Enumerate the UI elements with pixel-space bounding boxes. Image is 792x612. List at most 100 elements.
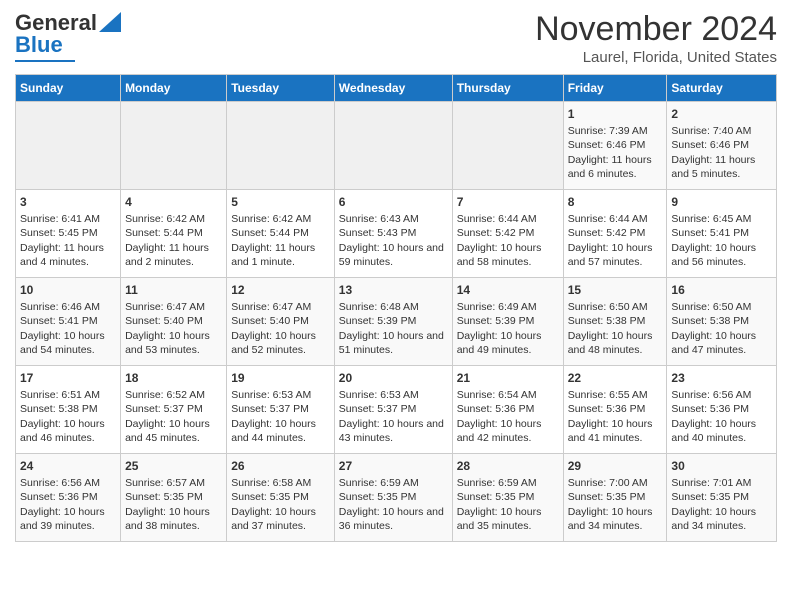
sunset-text: Sunset: 6:46 PM bbox=[671, 139, 749, 151]
day-number: 4 bbox=[125, 194, 222, 210]
sunrise-text: Sunrise: 7:00 AM bbox=[568, 477, 648, 489]
title-block: November 2024 Laurel, Florida, United St… bbox=[535, 10, 777, 66]
daylight-text: Daylight: 10 hours and 34 minutes. bbox=[671, 506, 756, 532]
sunset-text: Sunset: 5:37 PM bbox=[231, 403, 309, 415]
day-cell: 11 Sunrise: 6:47 AM Sunset: 5:40 PM Dayligh… bbox=[121, 278, 227, 366]
day-cell: 25Sunrise: 6:57 AMSunset: 5:35 PMDayligh… bbox=[121, 454, 227, 542]
daylight-text: Daylight: 10 hours and 56 minutes. bbox=[671, 242, 756, 268]
sunset-text: Sunset: 5:35 PM bbox=[671, 491, 749, 503]
sunrise-text: Sunrise: 6:44 AM bbox=[568, 213, 648, 225]
sunrise-text: Sunrise: 6:57 AM bbox=[125, 477, 205, 489]
day-cell: 1 Sunrise: 7:39 AM Sunset: 6:46 PM Daylight… bbox=[563, 102, 667, 190]
day-number: 15 bbox=[568, 282, 663, 298]
day-number: 8 bbox=[568, 194, 663, 210]
sunset-text: Sunset: 5:42 PM bbox=[568, 227, 646, 239]
logo-triangle-icon bbox=[99, 12, 121, 32]
daylight-text: Daylight: 10 hours and 34 minutes. bbox=[568, 506, 653, 532]
daylight-text: Daylight: 10 hours and 36 minutes. bbox=[339, 506, 444, 532]
daylight-text: Daylight: 11 hours and 2 minutes. bbox=[125, 242, 209, 268]
sunset-text: Sunset: 5:35 PM bbox=[231, 491, 309, 503]
day-number: 11 bbox=[125, 282, 222, 298]
sunset-text: Sunset: 5:40 PM bbox=[125, 315, 203, 327]
day-cell: 16Sunrise: 6:50 AMSunset: 5:38 PMDayligh… bbox=[667, 278, 777, 366]
daylight-text: Daylight: 10 hours and 39 minutes. bbox=[20, 506, 105, 532]
sunset-text: Sunset: 5:38 PM bbox=[20, 403, 98, 415]
week-row-2: 3Sunrise: 6:41 AMSunset: 5:45 PMDaylight… bbox=[16, 190, 777, 278]
day-cell: 4Sunrise: 6:42 AMSunset: 5:44 PMDaylight… bbox=[121, 190, 227, 278]
daylight-text: Daylight: 10 hours and 44 minutes. bbox=[231, 418, 316, 444]
day-cell: 18Sunrise: 6:52 AMSunset: 5:37 PMDayligh… bbox=[121, 366, 227, 454]
day-number: 7 bbox=[457, 194, 559, 210]
daylight-text: Daylight: 10 hours and 49 minutes. bbox=[457, 330, 542, 356]
daylight-text: Daylight: 10 hours and 47 minutes. bbox=[671, 330, 756, 356]
week-row-4: 17Sunrise: 6:51 AMSunset: 5:38 PMDayligh… bbox=[16, 366, 777, 454]
daylight-text: Daylight: 10 hours and 54 minutes. bbox=[20, 330, 105, 356]
daylight-text: Daylight: 11 hours and 1 minute. bbox=[231, 242, 315, 268]
day-number: 30 bbox=[671, 458, 772, 474]
sunset-text: Sunset: 5:44 PM bbox=[231, 227, 309, 239]
daylight-text: Daylight: 10 hours and 59 minutes. bbox=[339, 242, 444, 268]
day-number: 3 bbox=[20, 194, 116, 210]
day-number: 10 bbox=[20, 282, 116, 298]
day-cell: 24Sunrise: 6:56 AMSunset: 5:36 PMDayligh… bbox=[16, 454, 121, 542]
sunrise-text: Sunrise: 6:48 AM bbox=[339, 301, 419, 313]
day-cell: 2Sunrise: 7:40 AMSunset: 6:46 PMDaylight… bbox=[667, 102, 777, 190]
day-number: 14 bbox=[457, 282, 559, 298]
sunset-text: Sunset: 5:38 PM bbox=[671, 315, 749, 327]
day-number: 12 bbox=[231, 282, 330, 298]
daylight-text: Daylight: 10 hours and 41 minutes. bbox=[568, 418, 653, 444]
sunrise-text: Sunrise: 7:39 AM bbox=[568, 125, 648, 137]
sunrise-text: Sunrise: 6:41 AM bbox=[20, 213, 100, 225]
daylight-text: Daylight: 10 hours and 53 minutes. bbox=[125, 330, 210, 356]
day-number: 23 bbox=[671, 370, 772, 386]
sunrise-text: Sunrise: 6:47 AM bbox=[125, 301, 205, 313]
day-cell: 8Sunrise: 6:44 AMSunset: 5:42 PMDaylight… bbox=[563, 190, 667, 278]
day-cell: 27Sunrise: 6:59 AMSunset: 5:35 PMDayligh… bbox=[334, 454, 452, 542]
daylight-text: Daylight: 11 hours and 4 minutes. bbox=[20, 242, 104, 268]
calendar-body: 1 Sunrise: 7:39 AM Sunset: 6:46 PM Daylight… bbox=[16, 102, 777, 542]
day-cell: 22Sunrise: 6:55 AMSunset: 5:36 PMDayligh… bbox=[563, 366, 667, 454]
day-cell: 5Sunrise: 6:42 AMSunset: 5:44 PMDaylight… bbox=[227, 190, 335, 278]
day-number: 28 bbox=[457, 458, 559, 474]
sunset-text: Sunset: 5:36 PM bbox=[20, 491, 98, 503]
sunset-text: Sunset: 5:35 PM bbox=[568, 491, 646, 503]
daylight-text: Daylight: 10 hours and 52 minutes. bbox=[231, 330, 316, 356]
header: General Blue November 2024 Laurel, Flori… bbox=[15, 10, 777, 66]
col-tuesday: Tuesday bbox=[227, 75, 335, 102]
sunset-text: Sunset: 5:36 PM bbox=[671, 403, 749, 415]
daylight-text: Daylight: 10 hours and 45 minutes. bbox=[125, 418, 210, 444]
daylight-text: Daylight: 10 hours and 37 minutes. bbox=[231, 506, 316, 532]
day-cell: 15Sunrise: 6:50 AMSunset: 5:38 PMDayligh… bbox=[563, 278, 667, 366]
sunrise-text: Sunrise: 6:59 AM bbox=[339, 477, 419, 489]
day-number: 6 bbox=[339, 194, 448, 210]
day-number: 13 bbox=[339, 282, 448, 298]
calendar-title: November 2024 bbox=[535, 10, 777, 49]
day-cell: 26Sunrise: 6:58 AMSunset: 5:35 PMDayligh… bbox=[227, 454, 335, 542]
day-cell: 12Sunrise: 6:47 AMSunset: 5:40 PMDayligh… bbox=[227, 278, 335, 366]
daylight-text: Daylight: 10 hours and 48 minutes. bbox=[568, 330, 653, 356]
day-number: 24 bbox=[20, 458, 116, 474]
sunrise-text: Sunrise: 6:46 AM bbox=[20, 301, 100, 313]
sunrise-text: Sunrise: 7:40 AM bbox=[671, 125, 751, 137]
day-cell: 14Sunrise: 6:49 AMSunset: 5:39 PMDayligh… bbox=[452, 278, 563, 366]
day-cell bbox=[16, 102, 121, 190]
week-row-5: 24Sunrise: 6:56 AMSunset: 5:36 PMDayligh… bbox=[16, 454, 777, 542]
sunset-text: Sunset: 5:37 PM bbox=[125, 403, 203, 415]
col-thursday: Thursday bbox=[452, 75, 563, 102]
daylight-text: Daylight: 10 hours and 38 minutes. bbox=[125, 506, 210, 532]
sunrise-text: Sunrise: 6:58 AM bbox=[231, 477, 311, 489]
daylight-text: Daylight: 11 hours and 6 minutes. bbox=[568, 154, 652, 180]
day-number: 1 bbox=[568, 106, 663, 122]
sunset-text: Sunset: 5:40 PM bbox=[231, 315, 309, 327]
col-monday: Monday bbox=[121, 75, 227, 102]
daylight-text: Daylight: 10 hours and 35 minutes. bbox=[457, 506, 542, 532]
day-cell: 10Sunrise: 6:46 AMSunset: 5:41 PMDayligh… bbox=[16, 278, 121, 366]
day-cell: 29 Sunrise: 7:00 AM Sunset: 5:35 PM Dayligh… bbox=[563, 454, 667, 542]
day-number: 2 bbox=[671, 106, 772, 122]
logo-text-blue: Blue bbox=[15, 32, 63, 58]
sunset-text: Sunset: 5:41 PM bbox=[671, 227, 749, 239]
day-number: 29 bbox=[568, 458, 663, 474]
sunset-text: Sunset: 5:39 PM bbox=[457, 315, 535, 327]
sunset-text: Sunset: 6:46 PM bbox=[568, 139, 646, 151]
sunrise-text: Sunrise: 6:42 AM bbox=[231, 213, 311, 225]
